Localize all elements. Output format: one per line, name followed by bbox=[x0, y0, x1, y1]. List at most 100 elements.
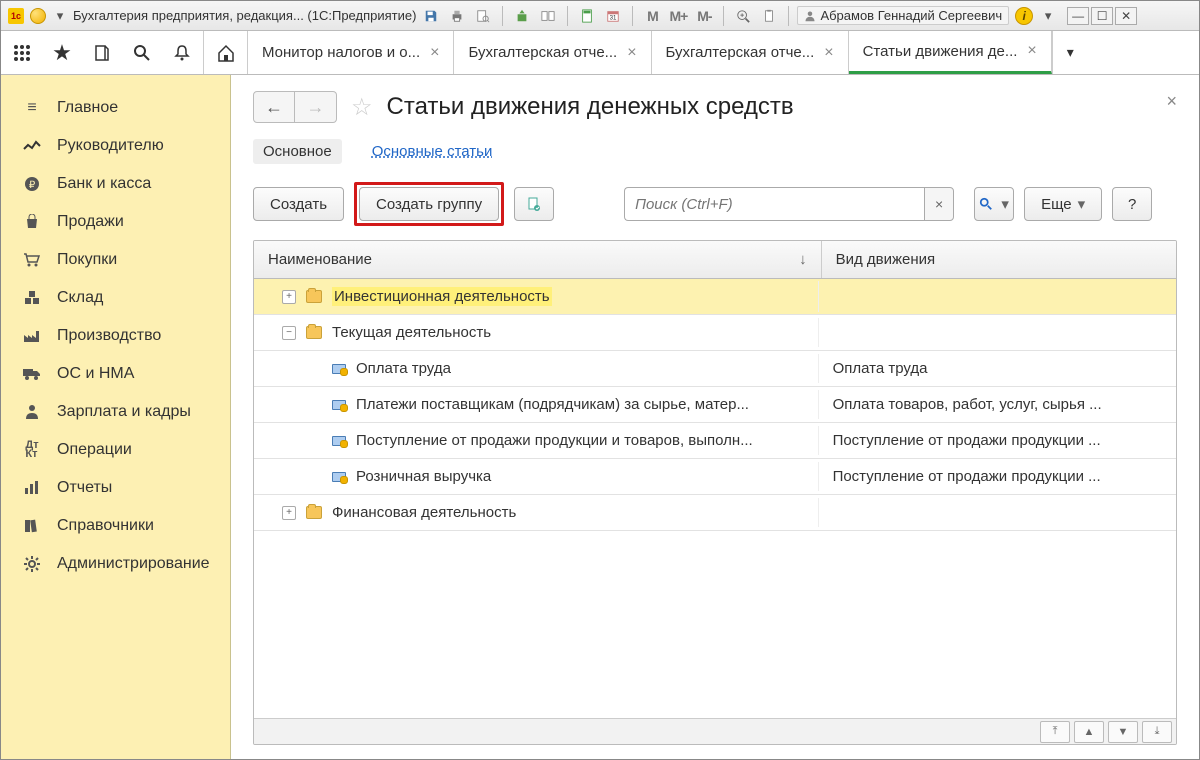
sidebar-item-hr[interactable]: Зарплата и кадры bbox=[1, 393, 230, 431]
col-name[interactable]: Наименование ↓ bbox=[254, 241, 822, 278]
table-row[interactable]: − Текущая деятельность bbox=[254, 315, 1176, 351]
help-button[interactable]: ? bbox=[1112, 187, 1152, 221]
btn-label: Еще bbox=[1041, 196, 1072, 213]
sidebar-item-main[interactable]: ≡Главное bbox=[1, 89, 230, 127]
tab-accounting-1[interactable]: Бухгалтерская отче...× bbox=[454, 31, 651, 74]
collapse-icon[interactable]: − bbox=[282, 326, 296, 340]
grid-body[interactable]: +Инвестиционная деятельность − Текущая де… bbox=[254, 279, 1176, 718]
page-close-button[interactable]: × bbox=[1166, 91, 1177, 112]
scroll-bottom-button[interactable]: ⤓ bbox=[1142, 721, 1172, 743]
sidebar-item-operations[interactable]: ДтКтОперации bbox=[1, 431, 230, 469]
body: ≡Главное Руководителю ₽Банк и касса Прод… bbox=[1, 75, 1199, 759]
apps-icon[interactable] bbox=[9, 40, 35, 66]
tabs-more[interactable]: ▾ bbox=[1052, 31, 1088, 74]
preview-icon[interactable] bbox=[472, 5, 494, 27]
sidebar-item-admin[interactable]: Администрирование bbox=[1, 545, 230, 583]
user-chip[interactable]: Абрамов Геннадий Сергеевич bbox=[797, 6, 1009, 25]
window-controls: — ☐ ✕ bbox=[1067, 7, 1137, 25]
sidebar-item-purchases[interactable]: Покупки bbox=[1, 241, 230, 279]
sidebar-item-reports[interactable]: Отчеты bbox=[1, 469, 230, 507]
sidebar-item-warehouse[interactable]: Склад bbox=[1, 279, 230, 317]
scroll-down-button[interactable]: ▼ bbox=[1108, 721, 1138, 743]
print-icon[interactable] bbox=[446, 5, 468, 27]
memory-mminus-icon[interactable]: M- bbox=[693, 5, 715, 27]
cell-kind: Поступление от продажи продукции ... bbox=[819, 426, 1176, 455]
close-button[interactable]: ✕ bbox=[1115, 7, 1137, 25]
compare-icon[interactable] bbox=[537, 5, 559, 27]
tab-cashflow-items[interactable]: Статьи движения де...× bbox=[849, 31, 1052, 74]
table-row[interactable]: Платежи поставщикам (подрядчикам) за сыр… bbox=[254, 387, 1176, 423]
search-icon[interactable] bbox=[129, 40, 155, 66]
create-group-button[interactable]: Создать группу bbox=[359, 187, 499, 221]
back-button[interactable]: ← bbox=[253, 91, 295, 123]
table-row[interactable]: Поступление от продажи продукции и товар… bbox=[254, 423, 1176, 459]
maximize-button[interactable]: ☐ bbox=[1091, 7, 1113, 25]
expand-icon[interactable]: + bbox=[282, 506, 296, 520]
history-icon[interactable] bbox=[89, 40, 115, 66]
sidebar-item-catalogs[interactable]: Справочники bbox=[1, 507, 230, 545]
sidebar-item-production[interactable]: Производство bbox=[1, 317, 230, 355]
sidebar-item-label: Зарплата и кадры bbox=[57, 403, 191, 421]
close-icon[interactable]: × bbox=[824, 44, 833, 62]
subnav: Основное Основные статьи bbox=[231, 131, 1199, 178]
calendar-icon[interactable]: 31 bbox=[602, 5, 624, 27]
dropdown-icon[interactable] bbox=[29, 7, 47, 25]
memory-mplus-icon[interactable]: M+ bbox=[667, 5, 689, 27]
close-icon[interactable]: × bbox=[430, 44, 439, 62]
sidebar-item-bank[interactable]: ₽Банк и касса bbox=[1, 165, 230, 203]
refresh-button[interactable] bbox=[514, 187, 554, 221]
nav-buttons: ← → bbox=[253, 91, 337, 123]
bell-icon[interactable] bbox=[169, 40, 195, 66]
cell-name: Розничная выручка bbox=[356, 468, 491, 485]
search-button[interactable]: ▾ bbox=[974, 187, 1014, 221]
info-icon[interactable]: i bbox=[1013, 5, 1035, 27]
chevron-down-icon[interactable]: ▾ bbox=[51, 7, 69, 25]
sidebar: ≡Главное Руководителю ₽Банк и касса Прод… bbox=[1, 75, 231, 759]
grid-header: Наименование ↓ Вид движения bbox=[254, 241, 1176, 279]
subnav-main[interactable]: Основное bbox=[253, 139, 342, 164]
clipboard-icon[interactable] bbox=[758, 5, 780, 27]
clear-search-button[interactable]: × bbox=[924, 187, 954, 221]
col-label: Наименование bbox=[268, 251, 372, 268]
sort-icon: ↓ bbox=[799, 251, 807, 268]
sidebar-item-manager[interactable]: Руководителю bbox=[1, 127, 230, 165]
scroll-up-button[interactable]: ▲ bbox=[1074, 721, 1104, 743]
scroll-top-button[interactable]: ⤒ bbox=[1040, 721, 1070, 743]
search-input[interactable] bbox=[624, 187, 924, 221]
favorite-star-icon[interactable]: ☆ bbox=[351, 93, 373, 122]
table-row[interactable]: Оплата труда Оплата труда bbox=[254, 351, 1176, 387]
star-icon[interactable]: ★ bbox=[49, 40, 75, 66]
item-icon bbox=[332, 436, 346, 446]
cell-name: Текущая деятельность bbox=[332, 324, 491, 341]
create-button[interactable]: Создать bbox=[253, 187, 344, 221]
close-icon[interactable]: × bbox=[1027, 42, 1036, 60]
cell-kind bbox=[819, 291, 1176, 303]
export-icon[interactable] bbox=[511, 5, 533, 27]
close-icon[interactable]: × bbox=[627, 44, 636, 62]
subnav-link[interactable]: Основные статьи bbox=[362, 139, 503, 164]
col-kind[interactable]: Вид движения bbox=[822, 241, 1176, 278]
save-icon[interactable] bbox=[420, 5, 442, 27]
chevron-down-icon[interactable]: ▾ bbox=[1039, 7, 1057, 25]
sidebar-item-assets[interactable]: ОС и НМА bbox=[1, 355, 230, 393]
cell-kind: Оплата труда bbox=[819, 354, 1176, 383]
search-wrap: × bbox=[624, 187, 954, 221]
zoom-icon[interactable] bbox=[732, 5, 754, 27]
sidebar-item-label: ОС и НМА bbox=[57, 365, 134, 383]
forward-button[interactable]: → bbox=[295, 91, 337, 123]
tab-accounting-2[interactable]: Бухгалтерская отче... × bbox=[652, 31, 849, 74]
memory-m-icon[interactable]: M bbox=[641, 5, 663, 27]
table-row[interactable]: +Инвестиционная деятельность bbox=[254, 279, 1176, 315]
truck-icon bbox=[21, 367, 43, 381]
table-row[interactable]: +Финансовая деятельность bbox=[254, 495, 1176, 531]
more-button[interactable]: Еще▾ bbox=[1024, 187, 1102, 221]
calculator-icon[interactable] bbox=[576, 5, 598, 27]
expand-icon[interactable]: + bbox=[282, 290, 296, 304]
table-row[interactable]: Розничная выручка Поступление от продажи… bbox=[254, 459, 1176, 495]
sidebar-item-sales[interactable]: Продажи bbox=[1, 203, 230, 241]
tab-monitor[interactable]: Монитор налогов и о...× bbox=[248, 31, 454, 74]
home-tab[interactable] bbox=[204, 31, 248, 74]
minimize-button[interactable]: — bbox=[1067, 7, 1089, 25]
tab-label: Бухгалтерская отче... bbox=[666, 44, 815, 61]
cell-name: Поступление от продажи продукции и товар… bbox=[356, 432, 753, 449]
